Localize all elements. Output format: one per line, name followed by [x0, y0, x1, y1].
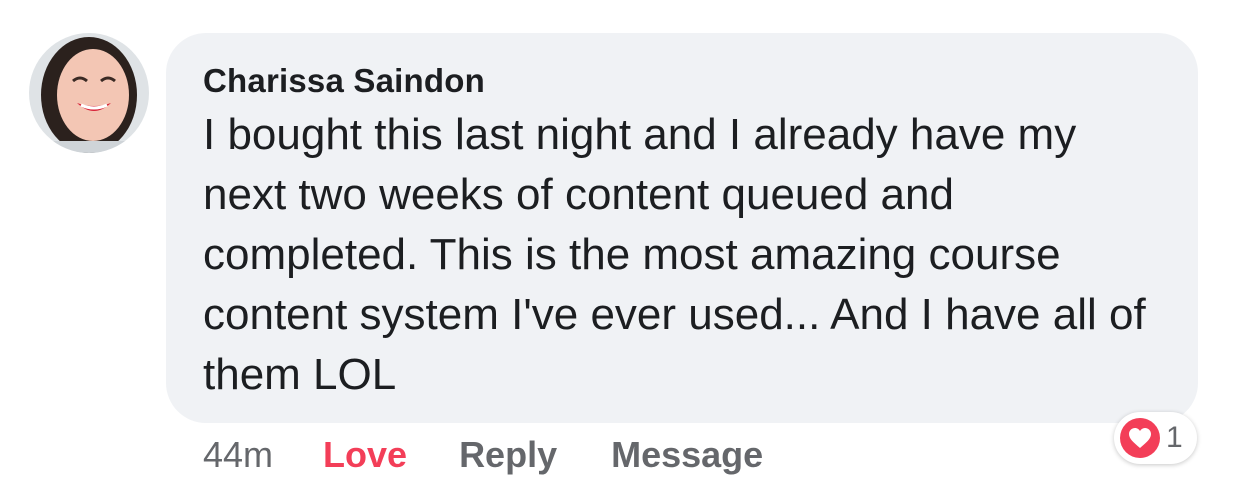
- author-name[interactable]: Charissa Saindon: [203, 61, 1168, 101]
- heart-icon: [1120, 418, 1160, 458]
- message-button[interactable]: Message: [611, 432, 763, 478]
- avatar-image: [29, 33, 149, 153]
- comment: Charissa Saindon I bought this last nigh…: [0, 0, 1234, 494]
- love-button[interactable]: Love: [323, 432, 407, 478]
- comment-bubble: Charissa Saindon I bought this last nigh…: [166, 33, 1198, 423]
- timestamp[interactable]: 44m: [203, 432, 273, 478]
- reply-button[interactable]: Reply: [459, 432, 557, 478]
- avatar[interactable]: [29, 33, 149, 153]
- reaction-summary[interactable]: 1: [1114, 412, 1197, 464]
- comment-text: I bought this last night and I already h…: [203, 110, 1146, 399]
- reaction-count: 1: [1166, 421, 1183, 454]
- comment-actions: 44m Love Reply Message: [203, 432, 763, 478]
